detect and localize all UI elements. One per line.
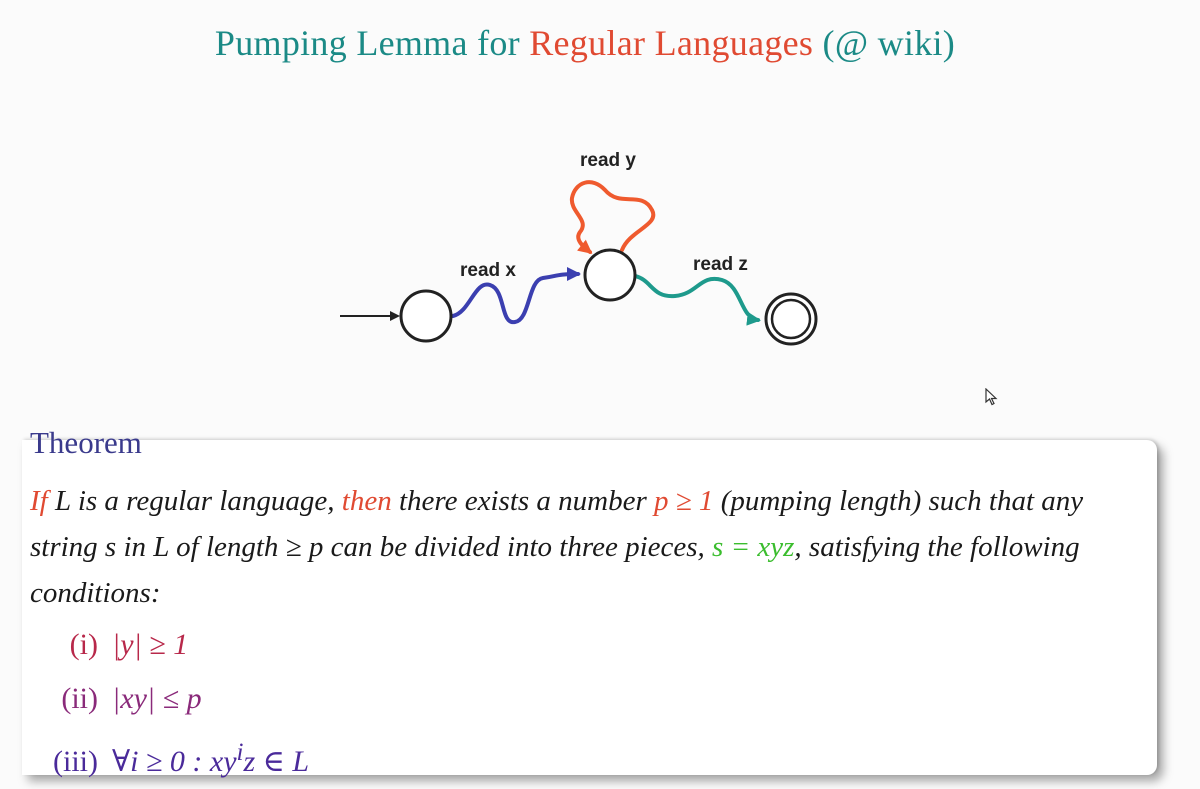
- label-read-x: read x: [460, 260, 516, 281]
- conditions-list: (i) |y| ≥ 1 (ii) |xy| ≤ p (iii) ∀i ≥ 0 : xy…: [28, 618, 309, 780]
- condition-number: (i): [69, 628, 98, 661]
- keyword-then: then: [341, 485, 392, 517]
- condition-2: (ii) |xy| ≤ p: [28, 672, 309, 726]
- title-part-1: Pumping Lemma for: [214, 23, 530, 63]
- condition-expression-part-a: ∀i ≥ 0 : xy: [112, 745, 237, 778]
- string-split: s = xyz: [712, 531, 795, 563]
- condition-1: (i) |y| ≥ 1: [28, 618, 309, 672]
- slide-title: Pumping Lemma for Regular Languages (@ w…: [0, 22, 1170, 64]
- theorem-heading: Theorem: [30, 425, 142, 460]
- title-part-3: (@ wiki): [813, 23, 956, 63]
- condition-expression: ∀i ≥ 0 : xyiz ∈ L: [112, 739, 310, 778]
- title-part-2: Regular Languages: [529, 23, 814, 63]
- condition-expression: |y| ≥ 1: [112, 628, 189, 661]
- keyword-if: If: [30, 485, 48, 517]
- condition-number: (iii): [53, 745, 98, 778]
- condition-expression-part-b: z ∈ L: [243, 745, 310, 778]
- condition-number: (ii): [61, 682, 98, 715]
- start-state: [399, 289, 453, 343]
- label-read-y: read y: [580, 150, 636, 171]
- condition-expression: |xy| ≤ p: [112, 682, 202, 715]
- statement-text-1: L is a regular language,: [47, 485, 342, 517]
- dfa-diagram: read x read y read z: [340, 150, 818, 346]
- label-read-z: read z: [693, 254, 748, 275]
- read-y-loop: [569, 180, 656, 254]
- mouse-cursor-icon: [985, 388, 998, 406]
- middle-state: [583, 248, 637, 302]
- accept-state-outer: [764, 292, 818, 346]
- condition-3: (iii) ∀i ≥ 0 : xyiz ∈ L: [28, 726, 309, 780]
- theorem-statement: If L is a regular language, then there e…: [30, 478, 1140, 616]
- read-x-path: [451, 267, 581, 325]
- pumping-length-condition: p ≥ 1: [654, 485, 714, 517]
- read-z-path: [633, 274, 761, 326]
- statement-text-2: there exists a number: [391, 485, 655, 517]
